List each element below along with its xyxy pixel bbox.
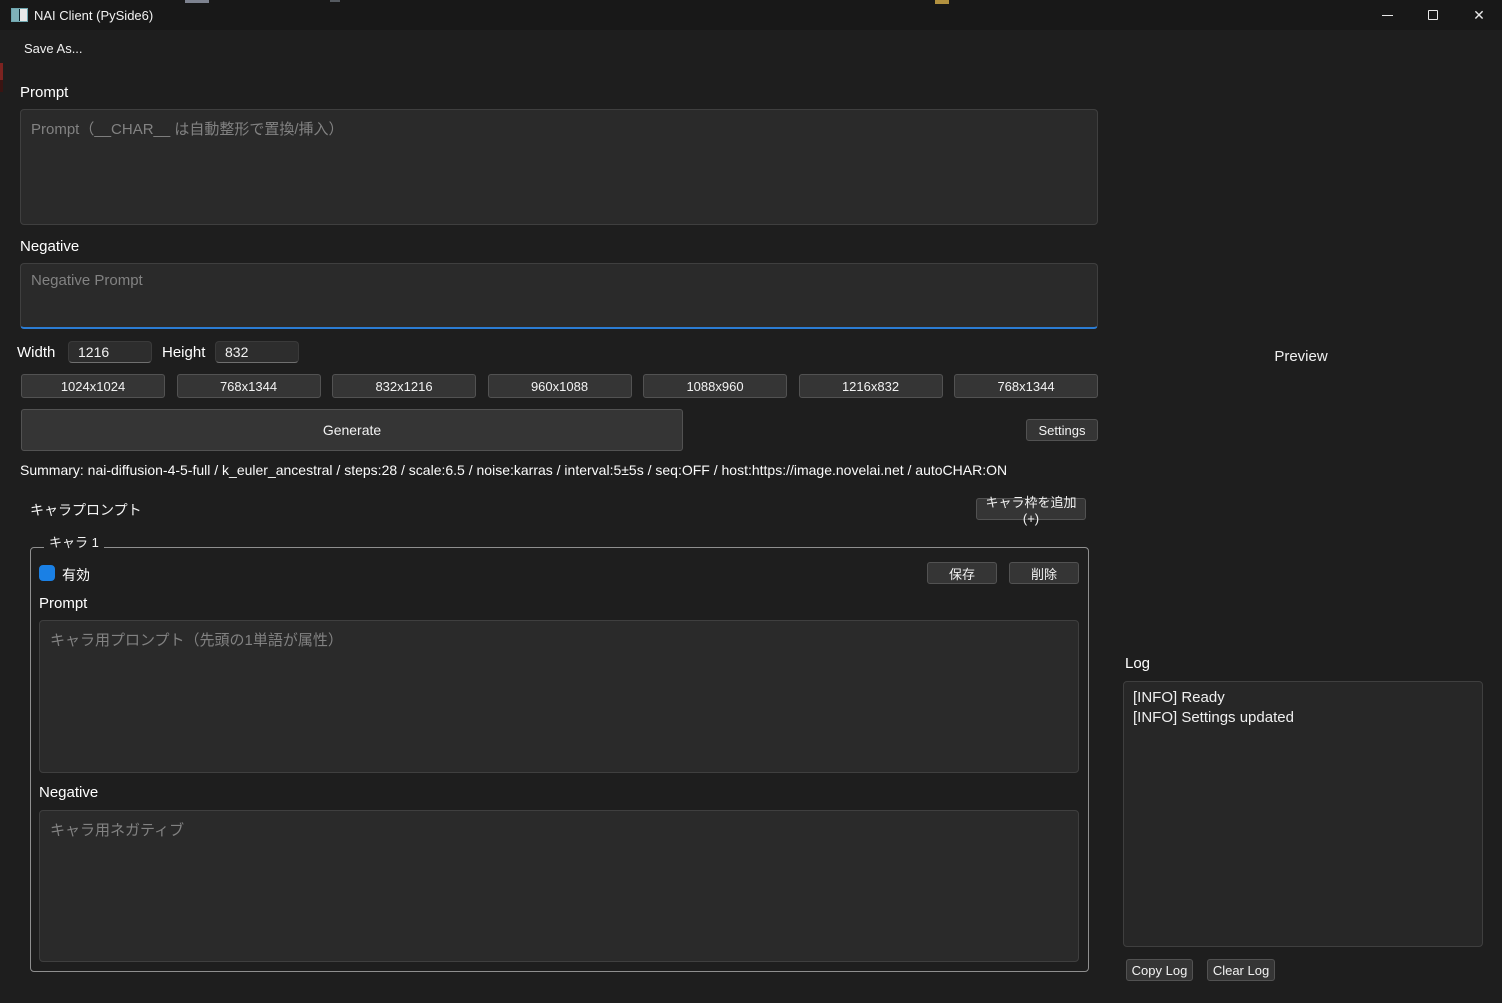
prompt-input[interactable] bbox=[20, 109, 1098, 225]
character-group-legend: キャラ 1 bbox=[44, 532, 104, 551]
negative-input[interactable] bbox=[20, 263, 1098, 329]
character-negative-input[interactable] bbox=[39, 810, 1079, 962]
maximize-icon bbox=[1428, 10, 1438, 20]
preset-960x1088-button[interactable]: 960x1088 bbox=[488, 374, 632, 398]
screen-artifact bbox=[0, 63, 3, 80]
preset-832x1216-button[interactable]: 832x1216 bbox=[332, 374, 476, 398]
character-save-button[interactable]: 保存 bbox=[927, 562, 997, 584]
preview-label: Preview bbox=[1110, 348, 1492, 365]
log-label: Log bbox=[1125, 655, 1150, 672]
negative-label: Negative bbox=[20, 238, 79, 255]
settings-button[interactable]: Settings bbox=[1026, 419, 1098, 441]
generate-button[interactable]: Generate bbox=[21, 409, 683, 451]
enabled-checkbox[interactable] bbox=[39, 565, 55, 581]
height-input[interactable] bbox=[215, 341, 299, 363]
window-title: NAI Client (PySide6) bbox=[34, 8, 153, 23]
copy-log-button[interactable]: Copy Log bbox=[1126, 959, 1193, 981]
character-prompt-label: Prompt bbox=[39, 595, 87, 612]
summary-text: Summary: nai-diffusion-4-5-full / k_eule… bbox=[20, 462, 1007, 478]
character-delete-button[interactable]: 削除 bbox=[1009, 562, 1079, 584]
preset-1088x960-button[interactable]: 1088x960 bbox=[643, 374, 787, 398]
menu-save-as[interactable]: Save As... bbox=[20, 39, 87, 58]
width-input[interactable] bbox=[68, 341, 152, 363]
width-label: Width bbox=[17, 344, 55, 361]
preset-1216x832-button[interactable]: 1216x832 bbox=[799, 374, 943, 398]
preset-1024x1024-button[interactable]: 1024x1024 bbox=[21, 374, 165, 398]
enabled-label: 有効 bbox=[62, 565, 90, 585]
app-icon bbox=[11, 8, 28, 22]
screen-artifact bbox=[935, 0, 949, 4]
minimize-icon bbox=[1382, 15, 1393, 16]
size-preset-row: 1024x1024 768x1344 832x1216 960x1088 108… bbox=[21, 374, 1098, 398]
app-window: NAI Client (PySide6) ✕ Save As... Prompt… bbox=[0, 0, 1502, 1003]
clear-log-button[interactable]: Clear Log bbox=[1207, 959, 1275, 981]
minimize-button[interactable] bbox=[1364, 0, 1410, 30]
character-section-header: キャラプロンプト bbox=[30, 500, 142, 520]
preset-768x1344-button-2[interactable]: 768x1344 bbox=[954, 374, 1098, 398]
prompt-label: Prompt bbox=[20, 84, 68, 101]
titlebar[interactable]: NAI Client (PySide6) ✕ bbox=[0, 0, 1502, 30]
maximize-button[interactable] bbox=[1410, 0, 1456, 30]
height-label: Height bbox=[162, 344, 205, 361]
add-character-button[interactable]: キャラ枠を追加 (+) bbox=[976, 498, 1086, 520]
screen-artifact bbox=[330, 0, 340, 2]
screen-artifact bbox=[185, 0, 209, 3]
close-button[interactable]: ✕ bbox=[1456, 0, 1502, 30]
close-icon: ✕ bbox=[1473, 7, 1485, 24]
character-prompt-input[interactable] bbox=[39, 620, 1079, 773]
log-output[interactable]: [INFO] Ready [INFO] Settings updated bbox=[1123, 681, 1483, 947]
character-negative-label: Negative bbox=[39, 784, 98, 801]
preset-768x1344-button[interactable]: 768x1344 bbox=[177, 374, 321, 398]
screen-artifact bbox=[0, 80, 3, 92]
